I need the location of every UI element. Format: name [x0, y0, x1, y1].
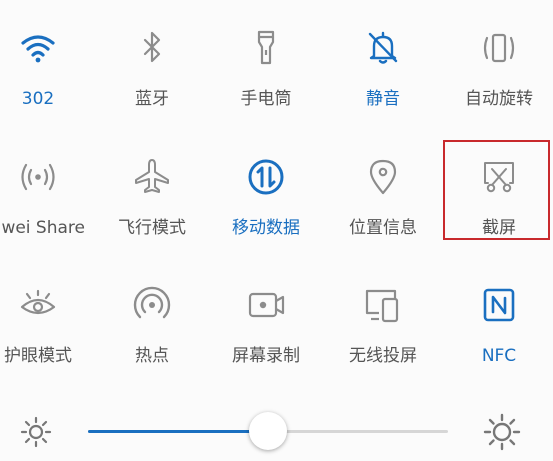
location-icon: [363, 157, 403, 197]
brightness-row: [0, 405, 553, 461]
bluetooth-icon: [132, 28, 172, 68]
tile-location[interactable]: 位置信息: [328, 157, 438, 267]
tile-eye-comfort[interactable]: 护眼模式: [0, 285, 93, 395]
wireless-projection-icon: [363, 285, 403, 325]
brightness-slider[interactable]: [88, 412, 448, 450]
highlight-box: [443, 140, 550, 240]
tile-huawei-share[interactable]: uawei Share: [0, 157, 93, 267]
brightness-high-icon: [482, 412, 522, 452]
wifi-icon: [18, 28, 58, 68]
tile-label: NFC: [481, 346, 517, 366]
airplane-icon: [132, 157, 172, 197]
auto-rotate-icon: [479, 28, 519, 68]
flashlight-icon: [246, 28, 286, 68]
tile-label: 自动旋转: [465, 89, 533, 109]
bell-off-icon: [363, 28, 403, 68]
tile-label: uawei Share: [0, 218, 85, 238]
nfc-icon: [479, 285, 519, 325]
tile-screen-record[interactable]: 屏幕录制: [211, 285, 321, 395]
quick-settings-panel: 302 蓝牙 手电筒 静音 自动旋转 wei Share 飞行模式 移动数据 位…: [0, 0, 553, 461]
tile-silent[interactable]: 静音: [328, 28, 438, 138]
tile-airplane-mode[interactable]: 飞行模式: [97, 157, 207, 267]
tile-hotspot[interactable]: 热点: [97, 285, 207, 395]
tile-auto-rotate[interactable]: 自动旋转: [444, 28, 553, 138]
tile-wireless-projection[interactable]: 无线投屏: [328, 285, 438, 395]
tile-mobile-data[interactable]: 移动数据: [211, 157, 321, 267]
tile-flashlight[interactable]: 手电筒: [211, 28, 321, 138]
hotspot-icon: [132, 285, 172, 325]
tile-bluetooth[interactable]: 蓝牙: [97, 28, 207, 138]
huawei-share-icon: [18, 157, 58, 197]
brightness-low-icon: [16, 412, 56, 452]
eye-comfort-icon: [18, 285, 58, 325]
mobile-data-icon: [246, 157, 286, 197]
tile-nfc[interactable]: NFC: [444, 285, 553, 395]
screen-record-icon: [246, 285, 286, 325]
brightness-slider-thumb[interactable]: [249, 412, 287, 450]
tile-wifi[interactable]: 302: [0, 28, 93, 138]
brightness-slider-fill: [88, 430, 268, 433]
